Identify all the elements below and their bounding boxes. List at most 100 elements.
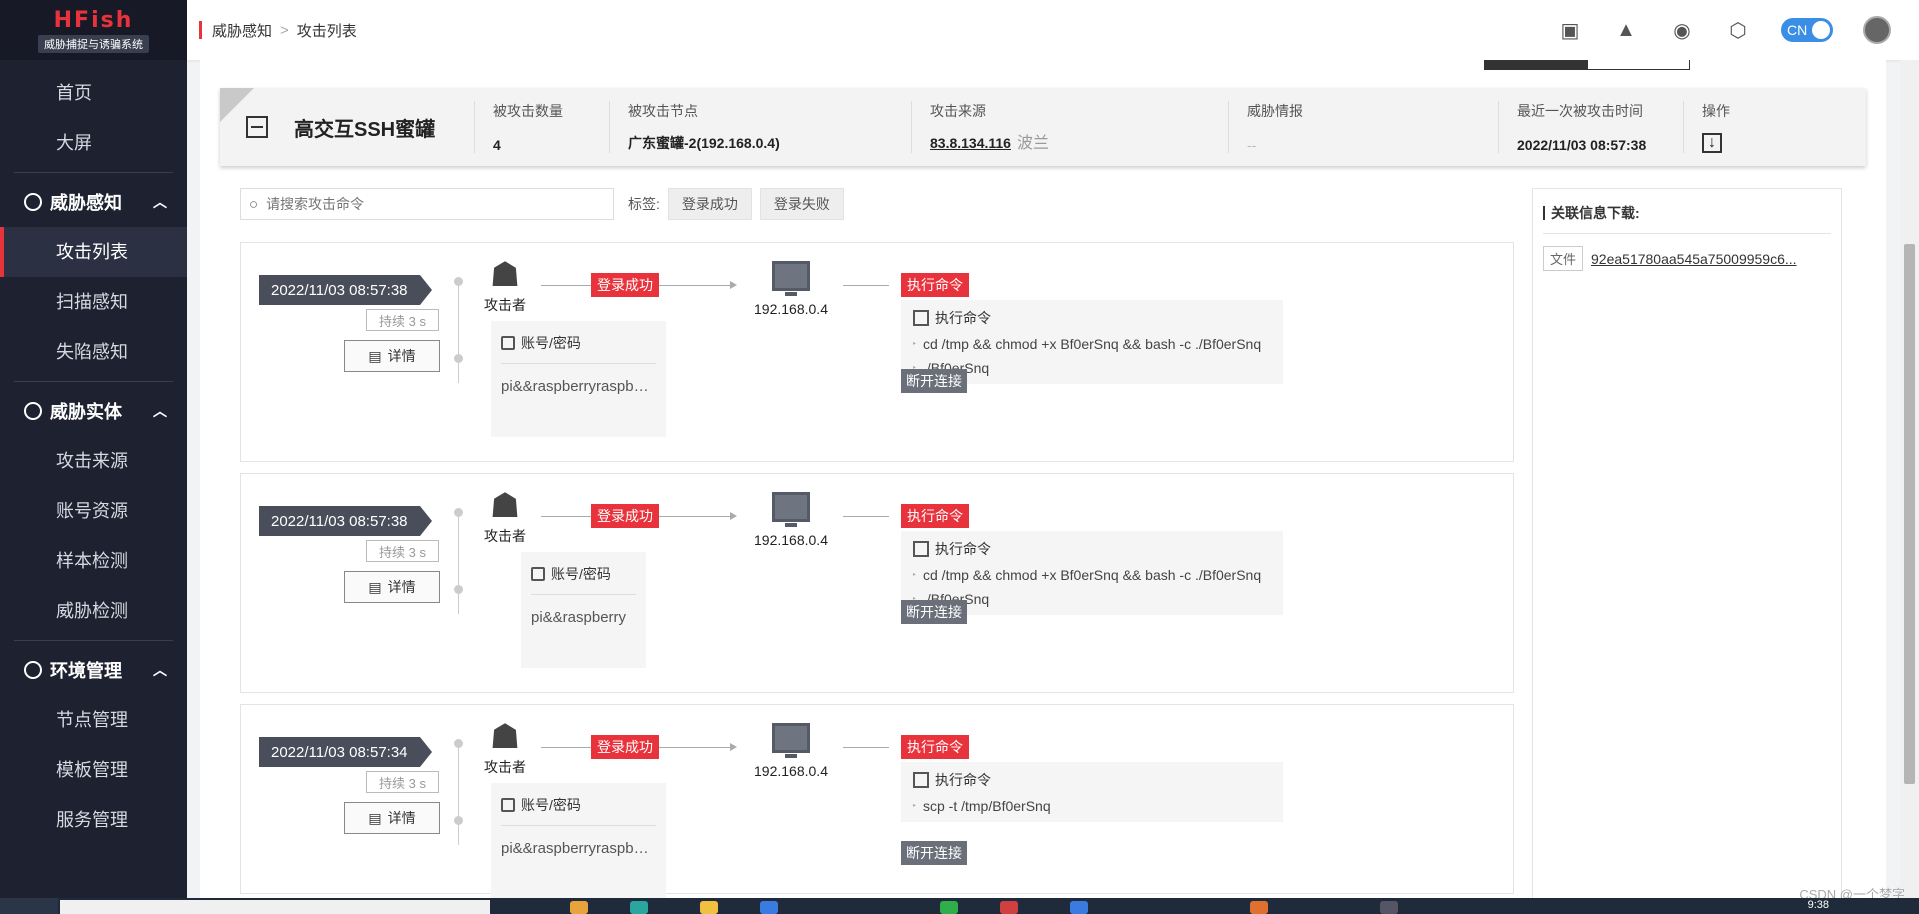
chevron-up-icon: ︿: [153, 194, 167, 210]
taskbar-clock: 9:38: [1807, 899, 1829, 911]
detail-button[interactable]: ▤ 详情: [344, 802, 440, 834]
attacker-figure: ☗ 攻击者: [478, 717, 532, 777]
sidebar-item-attack-list[interactable]: 攻击列表: [0, 227, 187, 277]
page-scrollbar[interactable]: [1900, 60, 1919, 898]
command-card: 执行命令 scp -t /tmp/Bf0erSnq: [901, 762, 1283, 822]
divider: [14, 640, 173, 641]
app-icon[interactable]: [1250, 901, 1268, 914]
honeypot-summary: 高交互SSH蜜罐 被攻击数量 4 被攻击节点 广东蜜罐-2(192.168.0.…: [220, 88, 1866, 166]
timeline-dot: [454, 739, 463, 748]
rocket-icon[interactable]: ▲: [1613, 17, 1639, 43]
sidebar-item-template-management[interactable]: 模板管理: [0, 745, 187, 795]
folder-icon[interactable]: [570, 901, 588, 914]
search-box: ○: [240, 188, 614, 220]
top-header: 威胁感知 > 攻击列表 ▣ ▲ ◉ ⬡ CN: [187, 0, 1919, 60]
login-success-badge: 登录成功: [591, 504, 659, 528]
credential-card: 账号/密码 pi&&raspberryraspberry: [491, 783, 666, 898]
wechat-icon[interactable]: ◉: [1669, 17, 1695, 43]
language-toggle[interactable]: CN: [1781, 18, 1833, 42]
file-entry: 文件 92ea51780aa545a75009959c6...: [1543, 246, 1831, 271]
hexagon-icon[interactable]: ⬡: [1725, 17, 1751, 43]
notebook-icon[interactable]: ▣: [1557, 17, 1583, 43]
document-icon: ▤: [368, 347, 382, 364]
shield-icon: [24, 402, 42, 420]
computer-icon: [772, 261, 810, 296]
sidebar-item-bigscreen[interactable]: 大屏: [0, 118, 187, 168]
app-icon[interactable]: [1070, 901, 1088, 914]
computer-icon: [772, 492, 810, 527]
tab-view-1[interactable]: [1484, 60, 1587, 70]
breadcrumb-current: 攻击列表: [296, 22, 357, 40]
main-content: 高交互SSH蜜罐 被攻击数量 4 被攻击节点 广东蜜罐-2(192.168.0.…: [200, 60, 1886, 898]
disconnect-badge: 断开连接: [901, 369, 967, 393]
disconnect-badge: 断开连接: [901, 841, 967, 865]
wechat-taskbar-icon[interactable]: [940, 901, 958, 914]
gear-icon: [24, 661, 42, 679]
sidebar-item-node-management[interactable]: 节点管理: [0, 695, 187, 745]
radar-icon: [24, 193, 42, 211]
sidebar-item-home[interactable]: 首页: [0, 68, 187, 118]
scrollbar-thumb[interactable]: [1904, 244, 1915, 784]
view-tabs: [1484, 60, 1690, 70]
external-link-icon: [913, 541, 929, 557]
os-taskbar: 9:38: [0, 898, 1919, 914]
avatar[interactable]: [1863, 16, 1891, 44]
source-ip-link[interactable]: 83.8.134.116: [930, 135, 1011, 151]
document-icon: ▤: [368, 578, 382, 595]
file-tag: 文件: [1543, 246, 1584, 271]
sidebar: HFish 威胁捕捉与诱骗系统 首页 大屏 威胁感知 ︿ 攻击列表 扫描感知 失…: [0, 0, 187, 898]
search-input[interactable]: [266, 196, 587, 212]
app-icon[interactable]: [1000, 901, 1018, 914]
divider: [14, 381, 173, 382]
tag-login-failure[interactable]: 登录失败: [759, 188, 844, 220]
target-node: 192.168.0.4: [741, 723, 841, 779]
related-info-title: 关联信息下载:: [1543, 203, 1831, 234]
tab-view-2[interactable]: [1587, 60, 1690, 70]
tag-login-success[interactable]: 登录成功: [667, 188, 752, 220]
sidebar-group-env-management[interactable]: 环境管理 ︿: [0, 645, 187, 695]
detail-button[interactable]: ▤ 详情: [344, 340, 440, 372]
app-icon[interactable]: [760, 901, 778, 914]
timeline-line: [458, 514, 459, 614]
credential-value: pi&&raspberryraspberry: [501, 378, 656, 395]
app-icon[interactable]: [1380, 901, 1398, 914]
hacker-icon: ☗: [489, 487, 521, 525]
app-icon[interactable]: [700, 901, 718, 914]
external-link-icon: [913, 310, 929, 326]
duration-badge: 持续 3 s: [366, 309, 439, 331]
record-timestamp: 2022/11/03 08:57:38: [259, 275, 432, 305]
sidebar-item-compromise-perception[interactable]: 失陷感知: [0, 327, 187, 377]
breadcrumb-item[interactable]: 威胁感知: [212, 20, 272, 41]
command-line: scp -t /tmp/Bf0erSnq: [913, 798, 1271, 814]
chevron-up-icon: ︿: [153, 403, 167, 419]
credential-value: pi&&raspberry: [531, 609, 627, 626]
sidebar-item-account-resource[interactable]: 账号资源: [0, 486, 187, 536]
sidebar-item-sample-detection[interactable]: 样本检测: [0, 536, 187, 586]
download-icon[interactable]: ↓: [1702, 133, 1722, 153]
breadcrumb: 威胁感知 > 攻击列表: [187, 20, 357, 41]
document-icon: ▤: [368, 809, 382, 826]
attack-record: 2022/11/03 08:57:34 持续 3 s ▤ 详情 ☗ 攻击者 登录成…: [240, 704, 1514, 898]
duration-badge: 持续 3 s: [366, 771, 439, 793]
sidebar-item-scan-perception[interactable]: 扫描感知: [0, 277, 187, 327]
credential-value: pi&&raspberryraspberry: [501, 840, 656, 857]
summary-attack-count: 被攻击数量 4: [474, 101, 609, 153]
command-line: cd /tmp && chmod +x Bf0erSnq && bash -c …: [913, 336, 1271, 352]
sidebar-item-service-management[interactable]: 服务管理: [0, 795, 187, 845]
start-button[interactable]: [0, 898, 58, 914]
browser-icon[interactable]: [630, 901, 648, 914]
exec-command-badge: 执行命令: [901, 735, 969, 759]
logo[interactable]: HFish 威胁捕捉与诱骗系统: [0, 0, 187, 60]
taskbar-search[interactable]: [60, 900, 490, 914]
summary-actions: 操作 ↓: [1683, 101, 1783, 153]
sidebar-group-threat-entity[interactable]: 威胁实体 ︿: [0, 386, 187, 436]
sidebar-item-attack-source[interactable]: 攻击来源: [0, 436, 187, 486]
search-icon: ○: [249, 195, 259, 213]
sidebar-group-threat-perception[interactable]: 威胁感知 ︿: [0, 177, 187, 227]
attacker-figure: ☗ 攻击者: [478, 486, 532, 546]
file-download-link[interactable]: 92ea51780aa545a75009959c6...: [1591, 251, 1821, 267]
flow-line: [843, 516, 889, 517]
sidebar-item-threat-detection[interactable]: 威胁检测: [0, 586, 187, 636]
computer-icon: [772, 723, 810, 758]
detail-button[interactable]: ▤ 详情: [344, 571, 440, 603]
